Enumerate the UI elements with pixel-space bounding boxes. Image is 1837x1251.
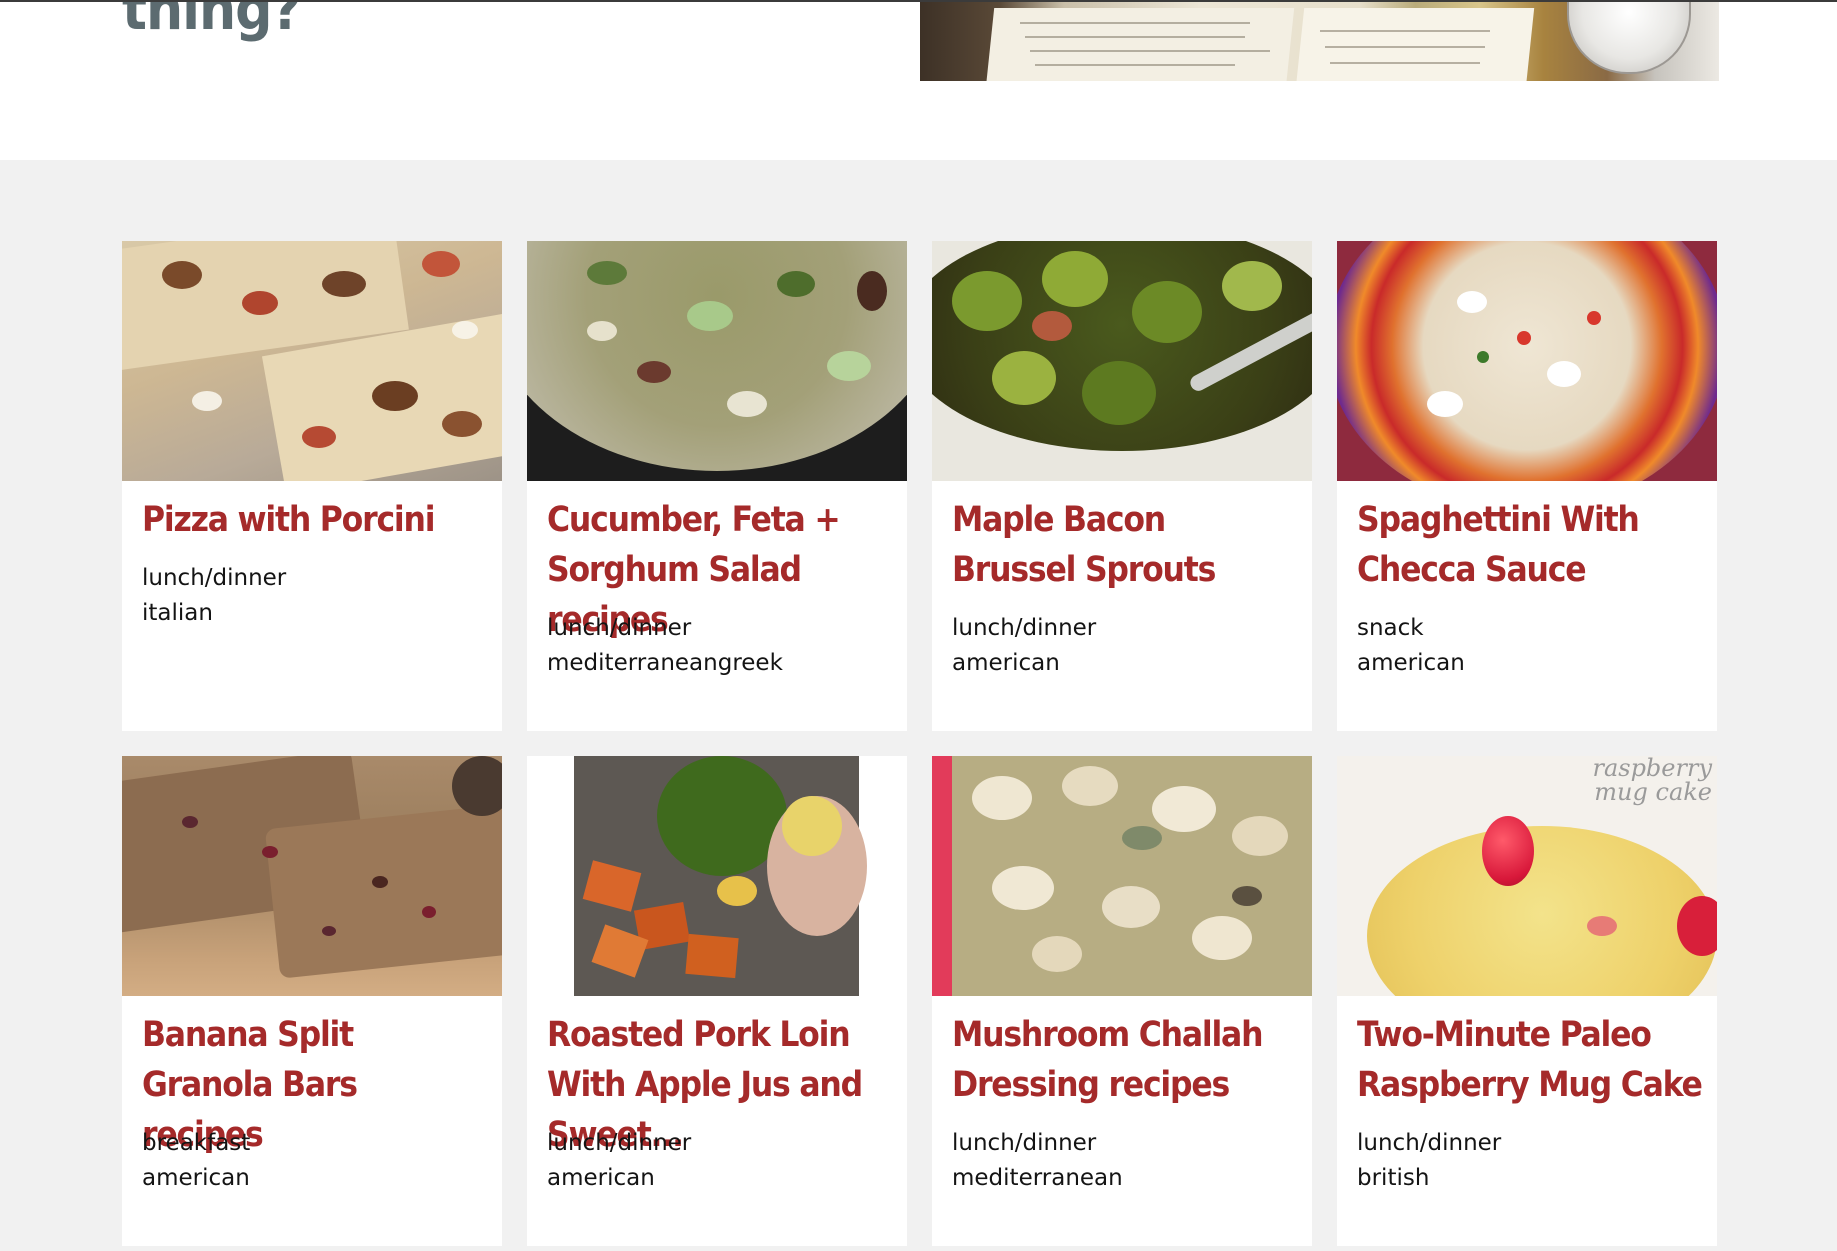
recipe-cuisine: mediterraneangreek (547, 650, 783, 676)
recipe-cuisine: american (142, 1165, 250, 1191)
recipe-meta: lunch/dinner italian (142, 561, 482, 631)
recipe-cuisine: italian (142, 600, 213, 626)
recipe-card[interactable]: Pizza with Porcini lunch/dinner italian (122, 241, 502, 731)
recipe-image-cucumber-salad[interactable] (527, 241, 907, 481)
recipe-image-granola-bars[interactable] (122, 756, 502, 996)
recipe-card[interactable]: Maple Bacon Brussel Sprouts lunch/dinner… (932, 241, 1312, 731)
recipe-image-raspberry-mug-cake[interactable]: raspberry mug cake (1337, 756, 1717, 996)
recipe-image-spaghettini[interactable] (1337, 241, 1717, 481)
recipe-meal-type: lunch/dinner (142, 565, 287, 591)
hero-heading: thing? (122, 0, 302, 43)
recipe-cuisine: mediterranean (952, 1165, 1123, 1191)
recipe-image-brussel-sprouts[interactable] (932, 241, 1312, 481)
recipe-meta: lunch/dinner british (1357, 1126, 1697, 1196)
recipe-meal-type: lunch/dinner (547, 615, 692, 641)
recipe-grid: Pizza with Porcini lunch/dinner italian … (0, 160, 1837, 1251)
recipe-title[interactable]: Mushroom Challah Dressing recipes (952, 1010, 1297, 1110)
recipe-meal-type: lunch/dinner (547, 1130, 692, 1156)
recipe-meal-type: lunch/dinner (1357, 1130, 1502, 1156)
top-border (0, 0, 1837, 2)
recipe-cuisine: american (952, 650, 1060, 676)
recipe-title[interactable]: Maple Bacon Brussel Sprouts (952, 495, 1297, 595)
hero-section: thing? (0, 0, 1837, 160)
recipe-meta: lunch/dinner mediterraneangreek (547, 611, 887, 681)
recipe-meta: lunch/dinner mediterranean (952, 1126, 1292, 1196)
recipe-image-pork-loin[interactable] (527, 756, 907, 996)
recipe-meta: lunch/dinner american (547, 1126, 887, 1196)
recipe-image-pizza[interactable] (122, 241, 502, 481)
recipe-cuisine: american (1357, 650, 1465, 676)
recipe-card[interactable]: Roasted Pork Loin With Apple Jus and Swe… (527, 756, 907, 1246)
recipe-meal-type: lunch/dinner (952, 1130, 1097, 1156)
recipe-meal-type: lunch/dinner (952, 615, 1097, 641)
recipe-cuisine: american (547, 1165, 655, 1191)
recipe-card[interactable]: Cucumber, Feta + Sorghum Salad recipes l… (527, 241, 907, 731)
recipe-meta: snack american (1357, 611, 1697, 681)
recipe-card[interactable]: Spaghettini With Checca Sauce snack amer… (1337, 241, 1717, 731)
recipe-title[interactable]: Two-Minute Paleo Raspberry Mug Cake (1357, 1010, 1703, 1110)
recipe-card[interactable]: raspberry mug cake Two-Minute Paleo Rasp… (1337, 756, 1717, 1246)
recipe-meta: breakfast american (142, 1126, 482, 1196)
hero-cookbook-image (920, 0, 1719, 81)
recipe-card[interactable]: Banana Split Granola Bars recipes breakf… (122, 756, 502, 1246)
recipe-cuisine: british (1357, 1165, 1430, 1191)
recipe-card[interactable]: Mushroom Challah Dressing recipes lunch/… (932, 756, 1312, 1246)
recipe-title[interactable]: Spaghettini With Checca Sauce (1357, 495, 1702, 595)
image-watermark: raspberry mug cake (1592, 756, 1712, 806)
recipe-meal-type: breakfast (142, 1130, 251, 1156)
recipe-title[interactable]: Pizza with Porcini (142, 495, 487, 545)
recipe-image-mushroom-challah[interactable] (932, 756, 1312, 996)
recipe-meal-type: snack (1357, 615, 1424, 641)
recipe-meta: lunch/dinner american (952, 611, 1292, 681)
